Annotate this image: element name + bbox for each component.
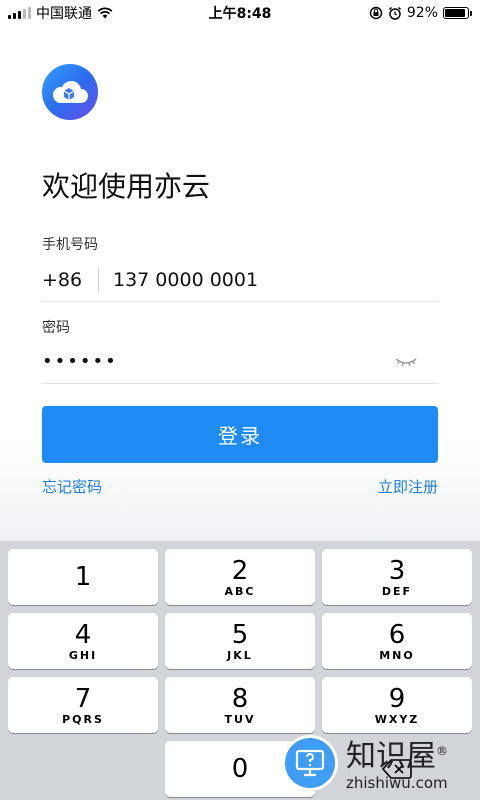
numeric-keypad: 1 2 ABC 3 DEF 4 GHI 5 JKL 6 MNO 7 PQRS 8 TUV 9W…: [0, 541, 480, 800]
status-right: 92%: [369, 5, 472, 21]
login-button[interactable]: 登录: [42, 406, 438, 463]
key-9[interactable]: 9 WXYZ: [322, 677, 472, 733]
backspace-icon: [382, 759, 412, 779]
key-3[interactable]: 3 DEF: [322, 549, 472, 605]
eye-closed-icon[interactable]: [394, 355, 418, 369]
register-link[interactable]: 立即注册: [378, 476, 438, 497]
cloud-logo-icon: [42, 64, 98, 120]
alarm-icon: [388, 6, 401, 20]
phone-divider: [98, 266, 99, 293]
key-2[interactable]: 2 ABC: [165, 549, 315, 605]
password-field-row: [42, 340, 438, 384]
key-5[interactable]: 5 JKL: [165, 613, 315, 669]
battery-percent: 92%: [406, 5, 438, 21]
password-input[interactable]: [42, 351, 394, 372]
key-8[interactable]: 8 TUV: [165, 677, 315, 733]
carrier-label: 中国联通: [36, 6, 92, 22]
key-0[interactable]: 0: [165, 741, 315, 797]
phone-label: 手机号码: [42, 237, 98, 253]
phone-input[interactable]: [113, 268, 438, 291]
status-left: 中国联通: [8, 3, 113, 23]
status-bar: 中国联通 上午8:48 92%: [0, 0, 480, 26]
rotation-lock-icon: [369, 6, 383, 20]
country-code-selector[interactable]: +86: [42, 269, 98, 291]
key-6[interactable]: 6 MNO: [322, 613, 472, 669]
key-1[interactable]: 1: [8, 549, 158, 605]
signal-icon: [8, 7, 31, 19]
battery-icon: [443, 7, 472, 19]
forgot-password-link[interactable]: 忘记密码: [42, 476, 102, 497]
welcome-title: 欢迎使用亦云: [42, 170, 211, 203]
key-7[interactable]: 7 PQRS: [8, 677, 158, 733]
password-label: 密码: [42, 320, 70, 336]
backspace-key[interactable]: [322, 741, 472, 797]
key-4[interactable]: 4 GHI: [8, 613, 158, 669]
wifi-icon: [97, 7, 113, 19]
phone-field-row: +86: [42, 258, 438, 302]
